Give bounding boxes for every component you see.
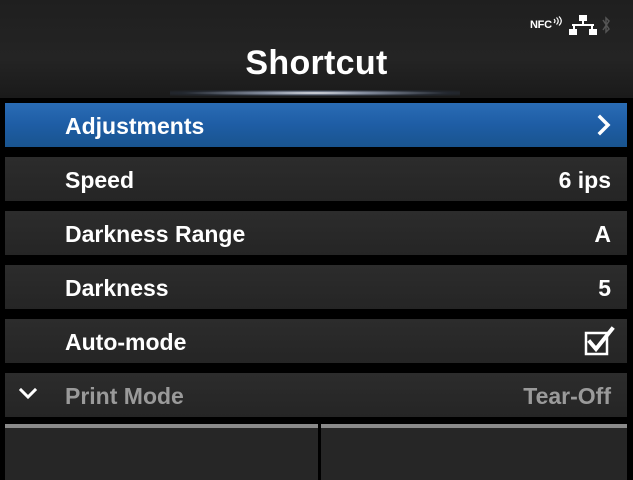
checkbox-checked-icon[interactable] xyxy=(583,326,615,356)
menu-item-label: Auto-mode xyxy=(65,329,187,355)
printer-display-screen: NFC Shortcut Adjustments Speed 6 ips Dar… xyxy=(0,0,633,480)
soft-key-right[interactable] xyxy=(321,424,627,480)
title-underline-glow xyxy=(170,90,460,96)
menu-item-print-mode[interactable]: Print Mode Tear-Off xyxy=(5,373,627,417)
soft-key-left[interactable] xyxy=(5,424,318,480)
page-title: Shortcut xyxy=(245,44,388,82)
status-icons: NFC xyxy=(530,14,611,36)
nfc-label: NFC xyxy=(530,19,552,31)
network-icon xyxy=(568,15,597,35)
menu-item-value: 6 ips xyxy=(558,167,611,193)
menu-item-auto-mode[interactable]: Auto-mode xyxy=(5,319,627,363)
menu-item-value: 5 xyxy=(598,275,611,301)
menu-item-label: Adjustments xyxy=(65,113,205,139)
menu-item-darkness[interactable]: Darkness 5 xyxy=(5,265,627,309)
menu-item-value: A xyxy=(594,221,611,247)
menu-item-value: Tear-Off xyxy=(523,383,611,409)
nfc-icon: NFC xyxy=(530,16,563,31)
menu-item-label: Darkness xyxy=(65,275,169,301)
menu-item-speed[interactable]: Speed 6 ips xyxy=(5,157,627,201)
chevron-down-icon xyxy=(19,387,37,400)
menu-item-label: Speed xyxy=(65,167,135,193)
menu-item-adjustments[interactable]: Adjustments xyxy=(5,103,627,147)
menu-item-label: Darkness Range xyxy=(65,221,246,247)
soft-key-bar xyxy=(5,424,627,480)
menu-item-label: Print Mode xyxy=(65,383,184,409)
bluetooth-icon xyxy=(602,16,610,34)
chevron-right-icon xyxy=(597,114,611,136)
menu-item-darkness-range[interactable]: Darkness Range A xyxy=(5,211,627,255)
header-bar: NFC Shortcut xyxy=(0,0,633,98)
nfc-waves-icon xyxy=(553,16,562,26)
